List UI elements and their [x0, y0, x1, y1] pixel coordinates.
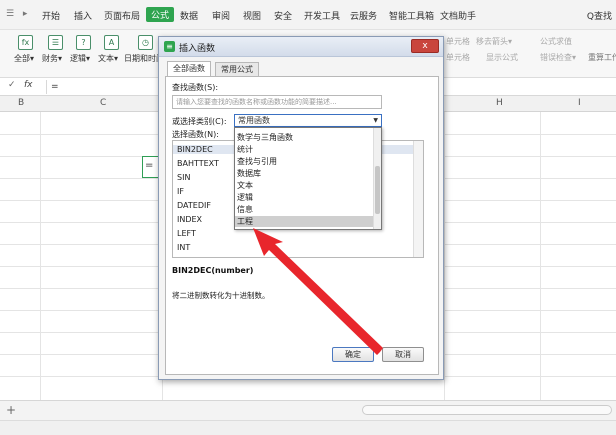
quick-access-icons[interactable]: ☰ ▸: [6, 9, 30, 19]
finance-icon[interactable]: ☰: [48, 35, 63, 50]
cancel-button[interactable]: 取消: [382, 347, 424, 362]
dropdown-option[interactable]: 数据库: [237, 168, 261, 179]
list-item[interactable]: INDEX: [177, 215, 202, 224]
menu-start[interactable]: 开始: [42, 9, 60, 22]
dropdown-option[interactable]: 数学与三角函数: [237, 132, 293, 143]
evaluate-formula-button[interactable]: 公式求值: [540, 36, 572, 47]
dropdown-option[interactable]: 统计: [237, 144, 253, 155]
fx-icon[interactable]: fx: [24, 80, 33, 90]
search-input[interactable]: 请输入您要查找的函数名称或函数功能的简要描述...: [172, 95, 382, 109]
category-value: 常用函数: [238, 116, 270, 125]
remove-arrows-button[interactable]: 移去箭头▾: [476, 36, 512, 47]
dropdown-scrollbar[interactable]: [373, 128, 381, 229]
sheet-tab-bar: +: [0, 400, 616, 420]
column-b-header[interactable]: B: [18, 98, 24, 108]
menu-bar: ☰ ▸ 开始 插入 页面布局 公式 数据 审阅 视图 安全 开发工具 云服务 智…: [0, 0, 616, 30]
function-description: 将二进制数转化为十进制数。: [172, 291, 270, 300]
date-time-icon[interactable]: ◷: [138, 35, 153, 50]
dialog-title: 插入函数: [179, 44, 216, 54]
search-button[interactable]: Q查找: [587, 9, 612, 22]
menu-developer[interactable]: 开发工具: [304, 9, 340, 22]
list-item[interactable]: BAHTTEXT: [177, 159, 219, 168]
tab-common-formulas[interactable]: 常用公式: [215, 62, 259, 76]
column-h-header[interactable]: H: [496, 98, 503, 108]
menu-review[interactable]: 审阅: [212, 9, 230, 22]
category-dropdown[interactable]: 数学与三角函数 统计 查找与引用 数据库 文本 逻辑 信息 工程: [234, 127, 382, 230]
menu-insert[interactable]: 插入: [74, 9, 92, 22]
column-c-header[interactable]: C: [100, 98, 106, 108]
dropdown-option[interactable]: 查找与引用: [237, 156, 277, 167]
menu-cloud[interactable]: 云服务: [350, 9, 377, 22]
confirm-icon[interactable]: ✓: [8, 80, 16, 90]
dropdown-option[interactable]: 信息: [237, 204, 253, 215]
horizontal-scrollbar[interactable]: [362, 405, 612, 415]
function-list-scrollbar[interactable]: [413, 141, 423, 257]
logic-button[interactable]: 逻辑▾: [70, 53, 90, 64]
close-button[interactable]: x: [411, 39, 439, 53]
status-bar: [0, 420, 616, 435]
menu-doc-assistant[interactable]: 文档助手: [440, 9, 476, 22]
recalculate-button[interactable]: 重算工作簿: [588, 52, 616, 63]
ok-button[interactable]: 确定: [332, 347, 374, 362]
dialog-body: 查找函数(S): 请输入您要查找的函数名称或函数功能的简要描述... 或选择类别…: [165, 76, 439, 375]
list-item[interactable]: IF: [177, 187, 184, 196]
dialog-titlebar[interactable]: ≡ 插入函数 x: [159, 37, 443, 57]
search-label: 查找函数(S):: [172, 83, 219, 92]
function-signature: BIN2DEC(number): [172, 266, 254, 275]
list-item[interactable]: DATEDIF: [177, 201, 211, 210]
category-select[interactable]: 常用函数 ▼: [234, 114, 382, 127]
add-sheet-icon[interactable]: +: [6, 403, 16, 417]
list-item[interactable]: SIN: [177, 173, 190, 182]
error-check-button[interactable]: 错误检查▾: [540, 52, 576, 63]
list-item[interactable]: LEFT: [177, 229, 196, 238]
show-formulas-button[interactable]: 显示公式: [486, 52, 518, 63]
logic-icon[interactable]: ?: [76, 35, 91, 50]
category-label: 或选择类别(C):: [172, 117, 227, 126]
dropdown-option-engineering[interactable]: 工程: [235, 216, 373, 227]
insert-function-dialog: ≡ 插入函数 x 全部函数 常用公式 查找函数(S): 请输入您要查找的函数名称…: [158, 36, 444, 380]
column-i-header[interactable]: I: [578, 98, 581, 108]
finance-button[interactable]: 财务▾: [42, 53, 62, 64]
select-function-label: 选择函数(N):: [172, 130, 219, 139]
menu-security[interactable]: 安全: [274, 9, 292, 22]
app-logo-icon: ≡: [164, 41, 175, 52]
dropdown-scroll-thumb[interactable]: [375, 166, 380, 214]
text-button[interactable]: 文本▾: [98, 53, 118, 64]
list-item[interactable]: INT: [177, 243, 190, 252]
dropdown-option[interactable]: 文本: [237, 180, 253, 191]
menu-view[interactable]: 视图: [243, 9, 261, 22]
menu-page-layout[interactable]: 页面布局: [104, 9, 140, 22]
all-functions-button[interactable]: 全部▾: [14, 53, 34, 64]
menu-data[interactable]: 数据: [180, 9, 198, 22]
trace-dependents-button[interactable]: 单元格: [446, 52, 470, 63]
dropdown-option[interactable]: 逻辑: [237, 192, 253, 203]
chevron-down-icon: ▼: [373, 117, 378, 124]
trace-precedents-button[interactable]: 单元格: [446, 36, 470, 47]
text-icon[interactable]: A: [104, 35, 119, 50]
tab-all-functions[interactable]: 全部函数: [167, 61, 211, 76]
menu-smart-tools[interactable]: 智能工具箱: [389, 9, 434, 22]
insert-function-icon[interactable]: fx: [18, 35, 33, 50]
menu-formulas[interactable]: 公式: [146, 7, 175, 22]
